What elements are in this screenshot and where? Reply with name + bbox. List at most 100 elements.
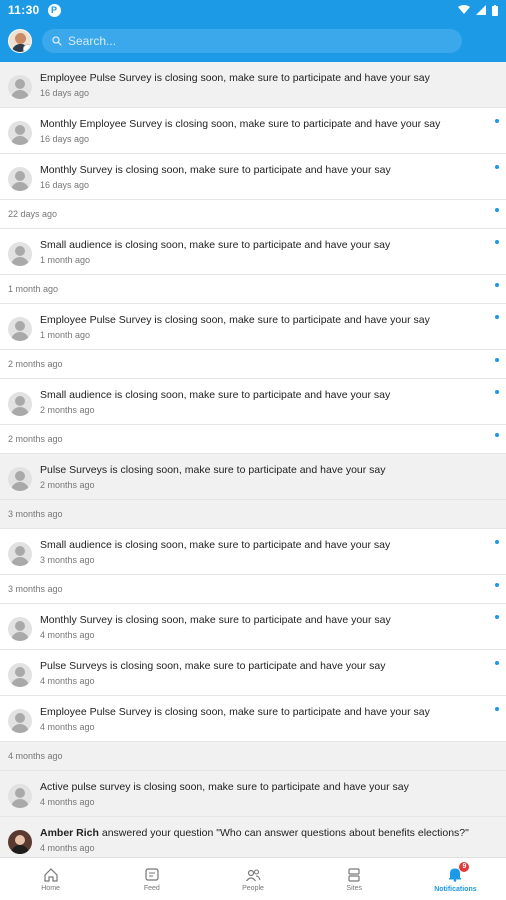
notification-item[interactable]: Active pulse survey is closing soon, mak… bbox=[0, 771, 506, 817]
notification-body: Small audience is closing soon, make sur… bbox=[40, 538, 486, 574]
notification-body: Pulse Surveys is closing soon, make sure… bbox=[40, 659, 486, 695]
notification-item[interactable]: Pulse Surveys is closing soon, make sure… bbox=[0, 650, 506, 696]
nav-notifications[interactable]: 9 Notifications bbox=[405, 858, 506, 900]
unread-dot-icon bbox=[495, 240, 499, 244]
notification-list[interactable]: Employee Pulse Survey is closing soon, m… bbox=[0, 62, 506, 857]
home-icon bbox=[43, 867, 58, 882]
notification-time: 16 days ago bbox=[40, 88, 90, 98]
notification-time: 16 days ago bbox=[40, 134, 90, 144]
date-separator: 3 months ago bbox=[0, 500, 506, 529]
notification-message: answered your question "Who can answer q… bbox=[98, 827, 469, 839]
date-separator: 2 months ago bbox=[0, 350, 506, 379]
search-box[interactable] bbox=[42, 29, 462, 53]
notification-text: Pulse Surveys is closing soon, make sure… bbox=[40, 659, 486, 673]
status-icons bbox=[458, 4, 498, 16]
feed-icon bbox=[145, 867, 159, 881]
unread-dot-icon bbox=[495, 707, 499, 711]
default-avatar-icon bbox=[8, 709, 32, 733]
nav-notifications-label: Notifications bbox=[434, 885, 477, 893]
notification-text: Monthly Employee Survey is closing soon,… bbox=[40, 117, 486, 131]
date-separator: 4 months ago bbox=[0, 742, 506, 771]
search-input[interactable] bbox=[68, 34, 452, 48]
notification-item[interactable]: Amber Rich answered your question "Who c… bbox=[0, 817, 506, 857]
notification-message: Active pulse survey is closing soon, mak… bbox=[40, 781, 409, 793]
notification-body: Monthly Survey is closing soon, make sur… bbox=[40, 163, 486, 199]
notification-message: Monthly Employee Survey is closing soon,… bbox=[40, 118, 441, 130]
notification-time: 2 months ago bbox=[40, 405, 95, 415]
unread-dot-icon bbox=[495, 358, 499, 362]
notification-item[interactable]: Monthly Employee Survey is closing soon,… bbox=[0, 108, 506, 154]
nav-home[interactable]: Home bbox=[0, 858, 101, 900]
nav-people-label: People bbox=[242, 884, 264, 892]
default-avatar-icon bbox=[8, 75, 32, 99]
notification-body: Small audience is closing soon, make sur… bbox=[40, 388, 486, 424]
default-avatar-icon bbox=[8, 784, 32, 808]
nav-home-label: Home bbox=[41, 884, 60, 892]
notification-message: Employee Pulse Survey is closing soon, m… bbox=[40, 72, 430, 84]
notification-message: Pulse Surveys is closing soon, make sure… bbox=[40, 464, 386, 476]
unread-dot-icon bbox=[495, 119, 499, 123]
notification-text: Employee Pulse Survey is closing soon, m… bbox=[40, 705, 486, 719]
search-icon bbox=[52, 36, 62, 46]
notification-item[interactable]: Monthly Survey is closing soon, make sur… bbox=[0, 604, 506, 650]
notification-body: Active pulse survey is closing soon, mak… bbox=[40, 780, 486, 816]
notification-time: 4 months ago bbox=[40, 797, 95, 807]
notification-item[interactable]: Employee Pulse Survey is closing soon, m… bbox=[0, 304, 506, 350]
notification-message: Small audience is closing soon, make sur… bbox=[40, 389, 391, 401]
unread-dot-icon bbox=[495, 540, 499, 544]
notification-time: 2 months ago bbox=[40, 480, 95, 490]
default-avatar-icon bbox=[8, 121, 32, 145]
notification-body: Employee Pulse Survey is closing soon, m… bbox=[40, 71, 486, 107]
separator-label: 22 days ago bbox=[8, 209, 58, 219]
nav-feed[interactable]: Feed bbox=[101, 858, 202, 900]
notification-item[interactable]: Employee Pulse Survey is closing soon, m… bbox=[0, 62, 506, 108]
notification-author[interactable]: Amber Rich bbox=[40, 827, 99, 839]
battery-icon bbox=[492, 4, 498, 16]
notification-item[interactable]: Monthly Survey is closing soon, make sur… bbox=[0, 154, 506, 200]
unread-dot-icon bbox=[495, 283, 499, 287]
nav-sites-label: Sites bbox=[346, 884, 362, 892]
default-avatar-icon bbox=[8, 317, 32, 341]
notification-time: 16 days ago bbox=[40, 180, 90, 190]
notification-count-badge: 9 bbox=[459, 861, 470, 872]
notification-message: Employee Pulse Survey is closing soon, m… bbox=[40, 314, 430, 326]
separator-label: 2 months ago bbox=[8, 359, 63, 369]
date-separator: 3 months ago bbox=[0, 575, 506, 604]
status-bar: 11:30 P bbox=[0, 0, 506, 20]
default-avatar-icon bbox=[8, 663, 32, 687]
notification-body: Pulse Surveys is closing soon, make sure… bbox=[40, 463, 486, 499]
signal-icon bbox=[476, 5, 486, 15]
notification-item[interactable]: Small audience is closing soon, make sur… bbox=[0, 379, 506, 425]
notification-item[interactable]: Small audience is closing soon, make sur… bbox=[0, 229, 506, 275]
status-time: 11:30 bbox=[8, 3, 40, 17]
nav-feed-label: Feed bbox=[143, 884, 160, 892]
nav-people[interactable]: People bbox=[202, 858, 303, 900]
notification-time: 4 months ago bbox=[40, 630, 95, 640]
notification-message: Monthly Survey is closing soon, make sur… bbox=[40, 164, 391, 176]
notification-item[interactable]: Small audience is closing soon, make sur… bbox=[0, 529, 506, 575]
unread-dot-icon bbox=[495, 165, 499, 169]
sites-icon bbox=[348, 867, 360, 882]
unread-dot-icon bbox=[495, 390, 499, 394]
nav-sites[interactable]: Sites bbox=[304, 858, 405, 900]
notification-body: Amber Rich answered your question "Who c… bbox=[40, 826, 486, 857]
default-avatar-icon bbox=[8, 542, 32, 566]
date-separator: 2 months ago bbox=[0, 425, 506, 454]
notification-text: Active pulse survey is closing soon, mak… bbox=[40, 780, 486, 794]
notification-body: Employee Pulse Survey is closing soon, m… bbox=[40, 705, 486, 741]
notification-time: 1 month ago bbox=[40, 330, 91, 340]
notification-message: Small audience is closing soon, make sur… bbox=[40, 539, 391, 551]
unread-dot-icon bbox=[495, 615, 499, 619]
my-avatar[interactable] bbox=[8, 29, 32, 53]
notification-item[interactable]: Employee Pulse Survey is closing soon, m… bbox=[0, 696, 506, 742]
separator-label: 3 months ago bbox=[8, 584, 63, 594]
date-separator: 22 days ago bbox=[0, 200, 506, 229]
notification-time: 4 months ago bbox=[40, 722, 95, 732]
default-avatar-icon bbox=[8, 617, 32, 641]
default-avatar-icon bbox=[8, 242, 32, 266]
notification-item[interactable]: Pulse Surveys is closing soon, make sure… bbox=[0, 454, 506, 500]
notification-message: Employee Pulse Survey is closing soon, m… bbox=[40, 706, 430, 718]
notification-message: Monthly Survey is closing soon, make sur… bbox=[40, 614, 391, 626]
default-avatar-icon bbox=[8, 167, 32, 191]
notification-text: Small audience is closing soon, make sur… bbox=[40, 238, 486, 252]
